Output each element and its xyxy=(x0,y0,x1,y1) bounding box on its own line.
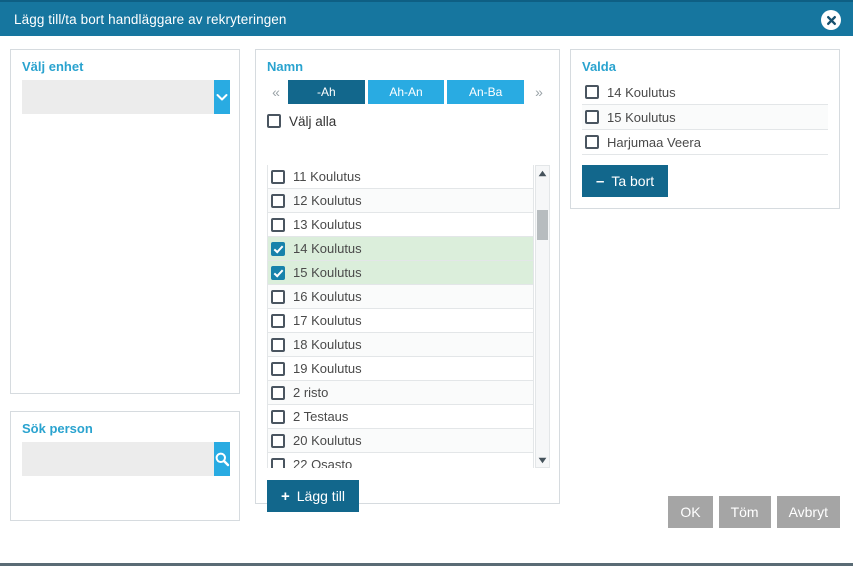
close-glyph xyxy=(826,15,836,25)
close-icon[interactable] xyxy=(821,10,841,30)
list-item[interactable]: 16 Koulutus xyxy=(267,285,534,309)
list-item-checkbox[interactable] xyxy=(271,313,285,328)
list-item[interactable]: 14 Koulutus xyxy=(267,237,534,261)
selected-item-checkbox[interactable] xyxy=(585,110,599,124)
search-panel: Sök person xyxy=(10,411,240,521)
triangle-up-icon xyxy=(538,170,547,176)
list-item-checkbox[interactable] xyxy=(271,337,285,352)
unit-input[interactable] xyxy=(22,80,214,114)
pagination-tab-1[interactable]: Ah-An xyxy=(367,80,445,104)
unit-panel: Välj enhet xyxy=(10,49,240,394)
pagination-next[interactable]: » xyxy=(527,84,551,100)
selected-item-label: 15 Koulutus xyxy=(607,109,676,125)
list-item-label: 12 Koulutus xyxy=(293,193,362,208)
list-item-label: 20 Koulutus xyxy=(293,433,362,448)
triangle-down-icon xyxy=(538,457,547,463)
list-item-checkbox[interactable] xyxy=(271,409,285,424)
list-item[interactable]: 15 Koulutus xyxy=(267,261,534,285)
list-item[interactable]: 13 Koulutus xyxy=(267,213,534,237)
names-panel-label: Namn xyxy=(267,59,304,74)
list-item-label: 2 Testaus xyxy=(293,409,349,424)
dialog-body: Välj enhet Sök person Namn « -Ah Ah-An A… xyxy=(0,36,853,566)
list-item[interactable]: 2 risto xyxy=(267,381,534,405)
scroll-down-button[interactable] xyxy=(536,453,549,467)
select-all-label: Välj alla xyxy=(289,113,337,129)
list-item-checkbox[interactable] xyxy=(271,433,285,448)
list-item-checkbox[interactable] xyxy=(271,193,285,208)
dialog-title: Lägg till/ta bort handläggare av rekryte… xyxy=(14,11,287,27)
add-button[interactable]: + Lägg till xyxy=(267,480,360,512)
minus-icon: – xyxy=(596,172,605,190)
list-item-label: 14 Koulutus xyxy=(293,241,362,256)
select-all-checkbox[interactable] xyxy=(267,114,281,128)
search-input[interactable] xyxy=(22,442,214,476)
list-item-label: 2 risto xyxy=(293,385,329,400)
selected-panel: Valda 14 Koulutus 15 Koulutus Harjumaa Vee… xyxy=(570,49,840,209)
remove-button[interactable]: – Ta bort xyxy=(582,165,669,197)
list-item-checkbox[interactable] xyxy=(271,361,285,376)
pagination: « -Ah Ah-An An-Ba » xyxy=(264,80,551,104)
list-item-checkbox[interactable] xyxy=(271,385,285,400)
names-list: 11 Koulutus 12 Koulutus 13 Koulutus 14 Koul… xyxy=(267,165,534,468)
selected-item-label: Harjumaa Veera xyxy=(607,134,701,150)
list-item-label: 15 Koulutus xyxy=(293,265,362,280)
scrollbar-thumb[interactable] xyxy=(537,210,548,240)
chevron-down-icon xyxy=(216,94,228,101)
add-button-label: Lägg till xyxy=(296,488,346,504)
list-item[interactable]: 2 Testaus xyxy=(267,405,534,429)
dialog-titlebar: Lägg till/ta bort handläggare av rekryte… xyxy=(0,0,853,36)
selected-item-checkbox[interactable] xyxy=(585,85,599,99)
selected-panel-label: Valda xyxy=(582,59,616,74)
selected-item[interactable]: 14 Koulutus xyxy=(582,80,828,105)
search-panel-label: Sök person xyxy=(22,421,93,436)
cancel-button[interactable]: Avbryt xyxy=(776,496,840,528)
pagination-tab-2[interactable]: An-Ba xyxy=(447,80,525,104)
list-item-label: 22 Osasto xyxy=(293,457,353,468)
list-item-checkbox[interactable] xyxy=(271,265,285,280)
selected-item-label: 14 Koulutus xyxy=(607,84,676,100)
list-item[interactable]: 20 Koulutus xyxy=(267,429,534,453)
select-all-row[interactable]: Välj alla xyxy=(267,108,559,134)
list-item[interactable]: 22 Osasto xyxy=(267,453,534,468)
names-panel: Namn « -Ah Ah-An An-Ba » Välj alla 11 Ko… xyxy=(255,49,560,512)
selected-item[interactable]: Harjumaa Veera xyxy=(582,130,828,155)
scroll-up-button[interactable] xyxy=(536,166,549,180)
unit-dropdown-button[interactable] xyxy=(214,80,230,114)
list-item-label: 17 Koulutus xyxy=(293,313,362,328)
names-scrollbar[interactable] xyxy=(535,165,550,468)
list-item-checkbox[interactable] xyxy=(271,457,285,468)
footer-buttons: OK Töm Avbryt xyxy=(668,496,840,528)
list-item[interactable]: 18 Koulutus xyxy=(267,333,534,357)
list-item[interactable]: 12 Koulutus xyxy=(267,189,534,213)
list-item-label: 18 Koulutus xyxy=(293,337,362,352)
list-item-label: 13 Koulutus xyxy=(293,217,362,232)
list-item-label: 16 Koulutus xyxy=(293,289,362,304)
selected-item[interactable]: 15 Koulutus xyxy=(582,105,828,130)
pagination-prev[interactable]: « xyxy=(264,84,288,100)
list-item[interactable]: 17 Koulutus xyxy=(267,309,534,333)
list-item[interactable]: 19 Koulutus xyxy=(267,357,534,381)
list-item-checkbox[interactable] xyxy=(271,217,285,232)
list-item-label: 11 Koulutus xyxy=(293,169,361,184)
list-item-label: 19 Koulutus xyxy=(293,361,362,376)
names-listbox: 11 Koulutus 12 Koulutus 13 Koulutus 14 Koul… xyxy=(267,165,550,468)
unit-select-row xyxy=(22,80,230,114)
list-item-checkbox[interactable] xyxy=(271,169,285,184)
list-item-checkbox[interactable] xyxy=(271,289,285,304)
ok-button[interactable]: OK xyxy=(668,496,713,528)
clear-button[interactable]: Töm xyxy=(718,496,771,528)
remove-button-label: Ta bort xyxy=(611,173,655,189)
list-item[interactable]: 11 Koulutus xyxy=(267,165,534,189)
selected-list: 14 Koulutus 15 Koulutus Harjumaa Veera xyxy=(582,80,828,155)
search-icon xyxy=(215,452,230,467)
plus-icon: + xyxy=(281,487,290,505)
selected-item-checkbox[interactable] xyxy=(585,135,599,149)
search-button[interactable] xyxy=(214,442,230,476)
pagination-tab-0[interactable]: -Ah xyxy=(288,80,365,104)
search-row xyxy=(22,442,230,476)
list-item-checkbox[interactable] xyxy=(271,241,285,256)
unit-panel-label: Välj enhet xyxy=(22,59,84,74)
